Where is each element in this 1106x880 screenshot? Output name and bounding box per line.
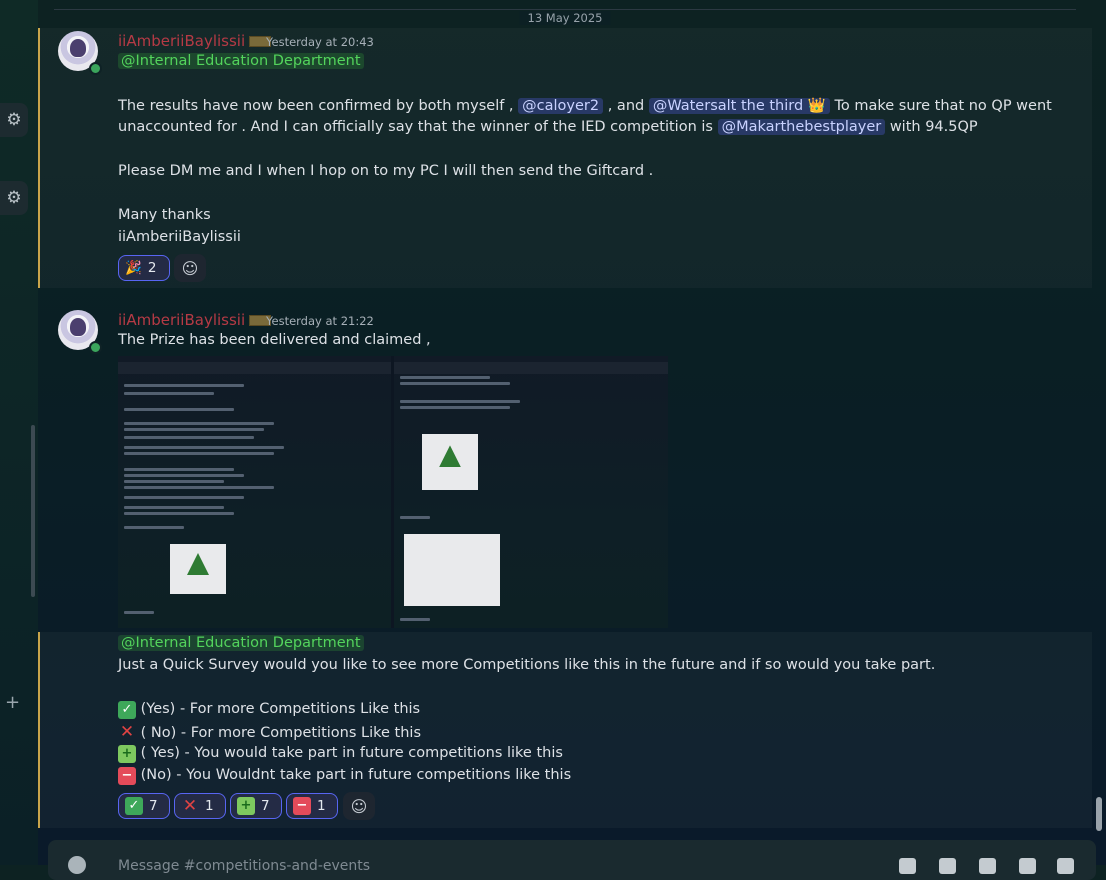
survey-option: ✕ ( No) - For more Competitions Like thi… [118,723,421,741]
reaction-count: 7 [261,798,270,814]
check-icon: ✓ [118,701,136,719]
message-text: unaccounted for . And I can officially s… [118,119,978,135]
add-reaction-icon[interactable]: ☺ [174,254,206,282]
reaction-cross[interactable]: ✕ 1 [174,793,226,819]
message-text: The Prize has been delivered and claimed… [118,332,431,348]
message-text: Please DM me and I when I hop on to my P… [118,163,654,179]
user-mention-text[interactable]: @Watersalt the third [653,98,803,114]
survey-option: ✓ (Yes) - For more Competitions Like thi… [118,701,420,719]
reaction-count: 2 [147,260,157,276]
message-text-segment: , and [607,98,645,114]
rail-scrollbar[interactable] [31,425,35,597]
check-icon: ✓ [125,797,143,815]
message-text: iiAmberiiBaylissii [118,229,241,245]
reaction-check[interactable]: ✓ 7 [118,793,170,819]
image-panel-right [394,356,668,628]
message-text-segment: To make sure that no QP went [834,98,1052,114]
survey-option-text: ( Yes) - You would take part in future c… [140,745,563,761]
gif-icon[interactable] [939,858,956,874]
status-indicator [89,62,102,75]
message-text: Just a Quick Survey would you like to se… [118,657,936,673]
message-text-segment: unaccounted for . And I can officially s… [118,119,713,135]
cross-icon: ✕ [119,722,135,742]
gift-icon[interactable] [899,858,916,874]
party-popper-icon: 🎉 [125,260,142,276]
status-indicator [89,341,102,354]
author-name[interactable]: iiAmberiiBaylissii [118,311,272,329]
message-text-segment: The results have now been confirmed by b… [118,98,514,114]
message-timestamp: Yesterday at 21:22 [266,314,374,328]
apps-icon[interactable] [1057,858,1074,874]
survey-option-text: ( No) - For more Competitions Like this [140,725,422,741]
gear-icon[interactable]: ⚙ [0,103,28,137]
main-scrollbar[interactable] [1096,797,1102,831]
author-name[interactable]: iiAmberiiBaylissii [118,32,272,50]
message-text: Many thanks [118,207,211,223]
crown-icon: 👑 [807,98,826,114]
survey-option: − (No) - You Wouldnt take part in future… [118,767,571,785]
gear-icon[interactable]: ⚙ [0,181,28,215]
message-text-segment: with 94.5QP [889,119,978,135]
sticker-icon[interactable] [979,858,996,874]
author-name-text[interactable]: iiAmberiiBaylissii [118,32,245,50]
survey-option: + ( Yes) - You would take part in future… [118,745,563,763]
emoji-icon[interactable] [1019,858,1036,874]
reaction-minus[interactable]: − 1 [286,793,338,819]
survey-option-text: (No) - You Wouldnt take part in future c… [140,767,572,783]
date-divider-label: 13 May 2025 [519,11,611,25]
composer-placeholder[interactable]: Message #competitions-and-events [118,858,370,874]
role-mention[interactable]: @Internal Education Department [118,53,364,69]
reaction-count: 1 [317,798,326,814]
plus-icon: + [237,797,255,815]
image-panel-left [118,356,391,628]
user-mention[interactable]: @caloyer2 [518,98,604,114]
survey-option-text: (Yes) - For more Competitions Like this [140,701,421,717]
attach-plus-icon[interactable] [68,856,86,874]
reaction-count: 1 [205,798,214,814]
attached-image[interactable] [118,356,668,628]
plus-icon[interactable]: + [5,692,20,713]
message-text: The results have now been confirmed by b… [118,97,1052,114]
author-name-text[interactable]: iiAmberiiBaylissii [118,311,245,329]
message-composer[interactable]: Message #competitions-and-events [48,840,1096,880]
date-divider: 13 May 2025 [54,9,1076,25]
cross-icon: ✕ [182,796,198,816]
reaction-count: 7 [149,798,158,814]
plus-icon: + [118,745,136,763]
add-reaction-icon[interactable]: ☺ [343,792,375,820]
role-mention[interactable]: @Internal Education Department [118,635,364,651]
user-mention[interactable]: @Makarthebestplayer [717,119,886,135]
reaction-plus[interactable]: + 7 [230,793,282,819]
user-mention[interactable]: @Watersalt the third 👑 [648,98,830,114]
message-timestamp: Yesterday at 20:43 [266,35,374,49]
minus-icon: − [293,797,311,815]
reaction-party[interactable]: 🎉 2 [118,255,170,281]
minus-icon: − [118,767,136,785]
